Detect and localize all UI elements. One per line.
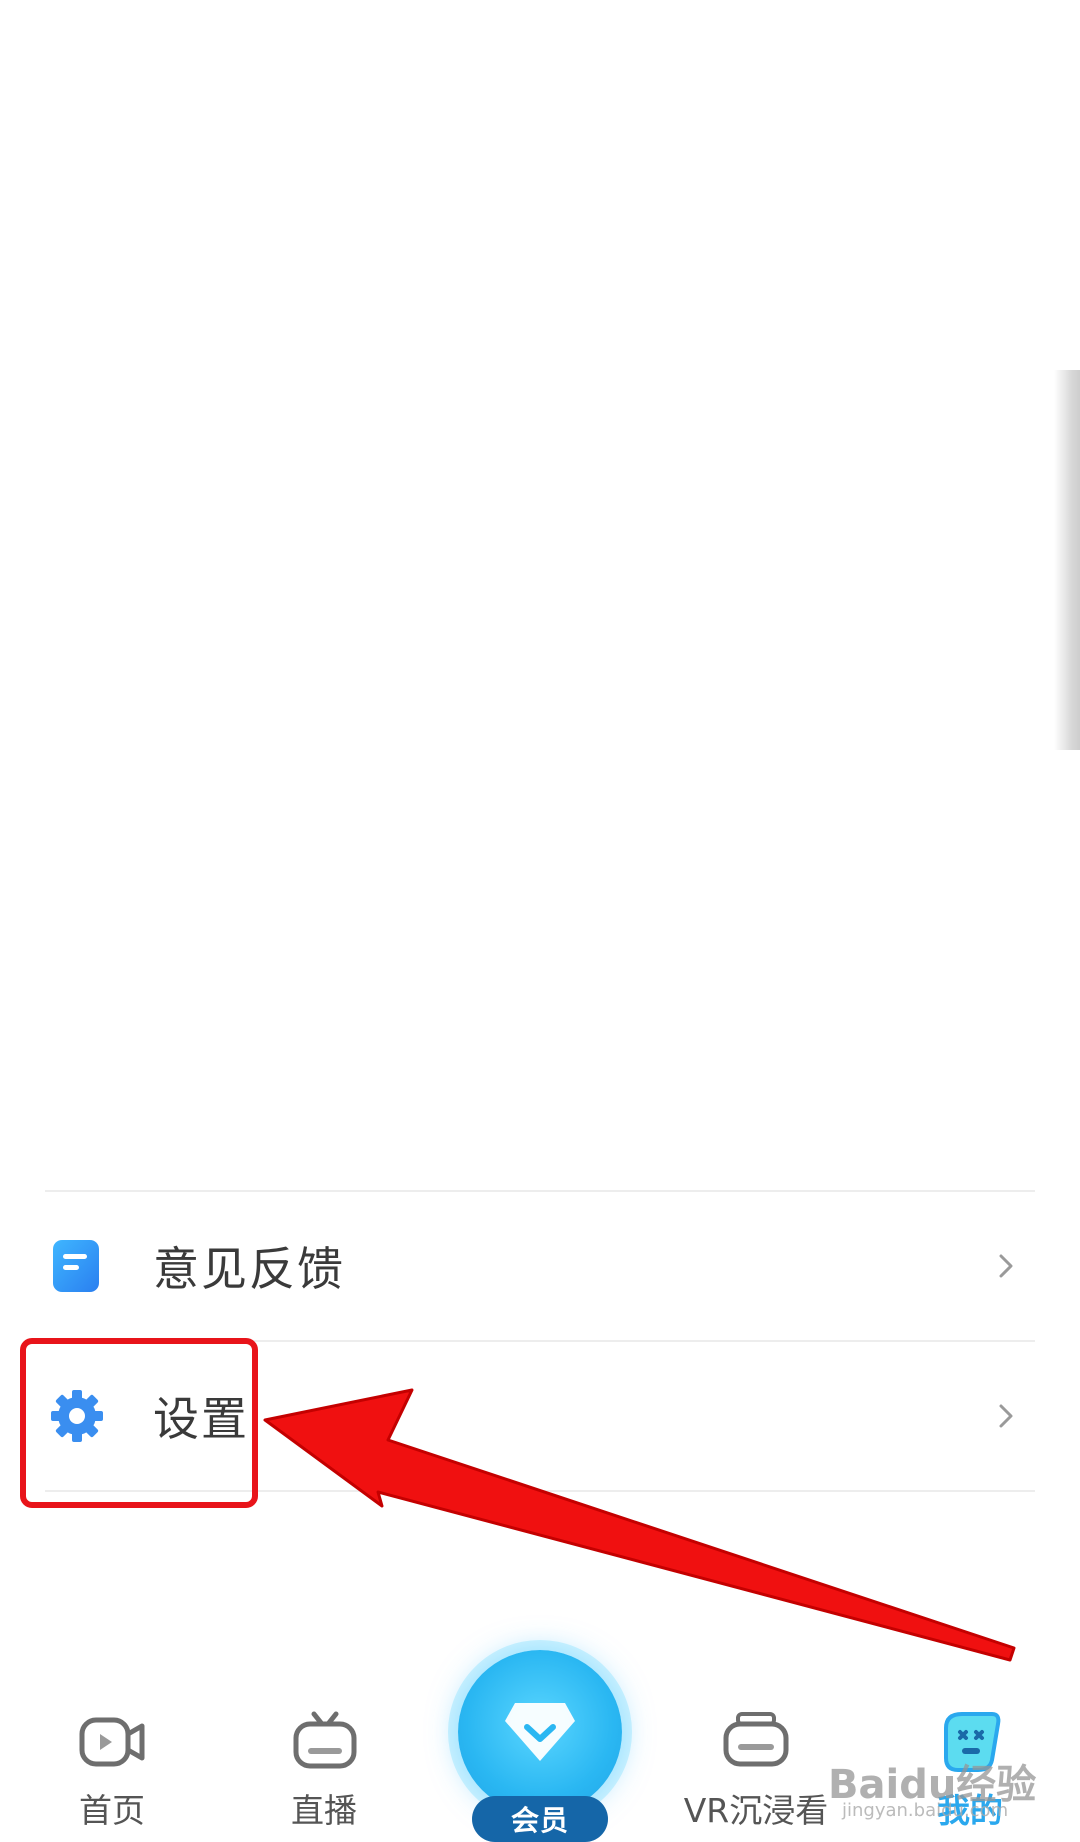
chevron-right-icon (999, 1254, 1013, 1278)
tv-icon (293, 1711, 357, 1769)
vip-center-button[interactable] (458, 1650, 622, 1814)
menu-item-label: 意见反馈 (153, 1242, 345, 1296)
watermark-url: jingyan.baidu.com (842, 1800, 1009, 1821)
nav-tab-live[interactable]: 直播 (244, 1710, 404, 1840)
video-camera-icon (79, 1717, 145, 1767)
diamond-icon (505, 1703, 575, 1761)
annotation-highlight-box (20, 1338, 258, 1508)
nav-label: 会员 (510, 1804, 569, 1837)
feedback-doc-icon (49, 1238, 105, 1294)
app-screen: 意见反馈 设置 首页 直播 会员 VR沉浸看 我的 Baidu经验 jingya… (0, 0, 1080, 1842)
nav-tab-vr[interactable]: VR沉浸看 (676, 1710, 836, 1840)
menu-item-feedback[interactable]: 意见反馈 (45, 1192, 1035, 1340)
nav-label: 直播 (291, 1791, 357, 1830)
annotation-arrow-icon (263, 1388, 1016, 1662)
vr-headset-icon (723, 1712, 789, 1767)
vip-label-badge[interactable]: 会员 (472, 1796, 608, 1842)
scroll-shadow (1054, 370, 1080, 750)
nav-tab-home[interactable]: 首页 (32, 1710, 192, 1840)
chevron-right-icon (999, 1404, 1013, 1428)
nav-label: 首页 (79, 1791, 145, 1830)
nav-label: VR沉浸看 (683, 1791, 829, 1830)
